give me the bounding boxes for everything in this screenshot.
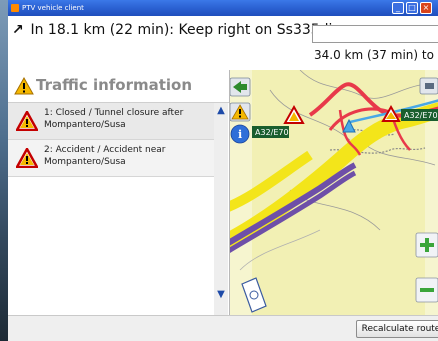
zoom-out-button[interactable] — [415, 277, 438, 303]
traffic-item-number: 2: — [44, 145, 53, 155]
status-bar: Recalculate route — [8, 315, 438, 341]
map-view[interactable]: A32/E70 A32/E70 i — [230, 70, 438, 315]
remaining-distance: 34.0 km (37 min) to go — [314, 48, 438, 62]
back-arrow-icon[interactable] — [230, 77, 251, 97]
turn-instruction: ↗ In 18.1 km (22 min): Keep right on Ss3… — [12, 22, 338, 38]
traffic-item-text: Accident / Accident near Mompantero/Susa — [44, 145, 166, 167]
minimize-button[interactable]: _ — [392, 2, 404, 14]
info-icon[interactable]: i — [230, 124, 250, 144]
window-title: PTV vehicle client — [22, 4, 84, 12]
road-label: A32/E70 — [252, 126, 289, 138]
panel-title: Traffic information — [36, 76, 193, 94]
traffic-item[interactable]: 2: Accident / Accident near Mompantero/S… — [8, 140, 214, 177]
svg-text:A32/E70: A32/E70 — [404, 111, 438, 120]
pan-tool-icon[interactable] — [419, 77, 438, 95]
road-label: A32/E70 — [401, 109, 438, 121]
traffic-item-text: Closed / Tunnel closure after Mompantero… — [44, 108, 184, 130]
instruction-text: In 18.1 km (22 min): Keep right on Ss335… — [30, 22, 339, 38]
traffic-warning-icon[interactable] — [230, 102, 251, 122]
traffic-panel: Traffic information 1: Closed / Tunnel c… — [8, 70, 230, 315]
keep-right-arrow-icon: ↗ — [12, 22, 24, 38]
traffic-item-number: 1: — [44, 108, 53, 118]
list-scrollbar[interactable]: ▲ ▼ — [214, 103, 228, 315]
traffic-item[interactable]: 1: Closed / Tunnel closure after Mompant… — [8, 103, 214, 140]
scroll-up-icon[interactable]: ▲ — [215, 105, 227, 117]
svg-text:A32/E70: A32/E70 — [255, 128, 289, 137]
warning-icon — [14, 77, 34, 95]
maximize-button[interactable]: □ — [406, 2, 418, 14]
traffic-panel-header: Traffic information — [8, 70, 229, 103]
app-window: PTV vehicle client _ □ × ↗ In 18.1 km (2… — [8, 0, 438, 341]
traffic-list: 1: Closed / Tunnel closure after Mompant… — [8, 103, 214, 177]
desktop-background — [0, 0, 8, 341]
recalculate-route-button[interactable]: Recalculate route — [356, 320, 438, 338]
destination-field[interactable] — [312, 25, 438, 43]
map-canvas[interactable]: A32/E70 A32/E70 i — [230, 70, 438, 315]
zoom-in-button[interactable] — [415, 232, 438, 258]
scroll-down-icon[interactable]: ▼ — [215, 289, 227, 301]
svg-text:i: i — [238, 128, 242, 141]
warning-icon — [16, 111, 38, 131]
close-button[interactable]: × — [420, 2, 432, 14]
title-bar: PTV vehicle client _ □ × — [8, 0, 438, 16]
app-icon — [11, 4, 19, 12]
warning-icon — [16, 148, 38, 168]
